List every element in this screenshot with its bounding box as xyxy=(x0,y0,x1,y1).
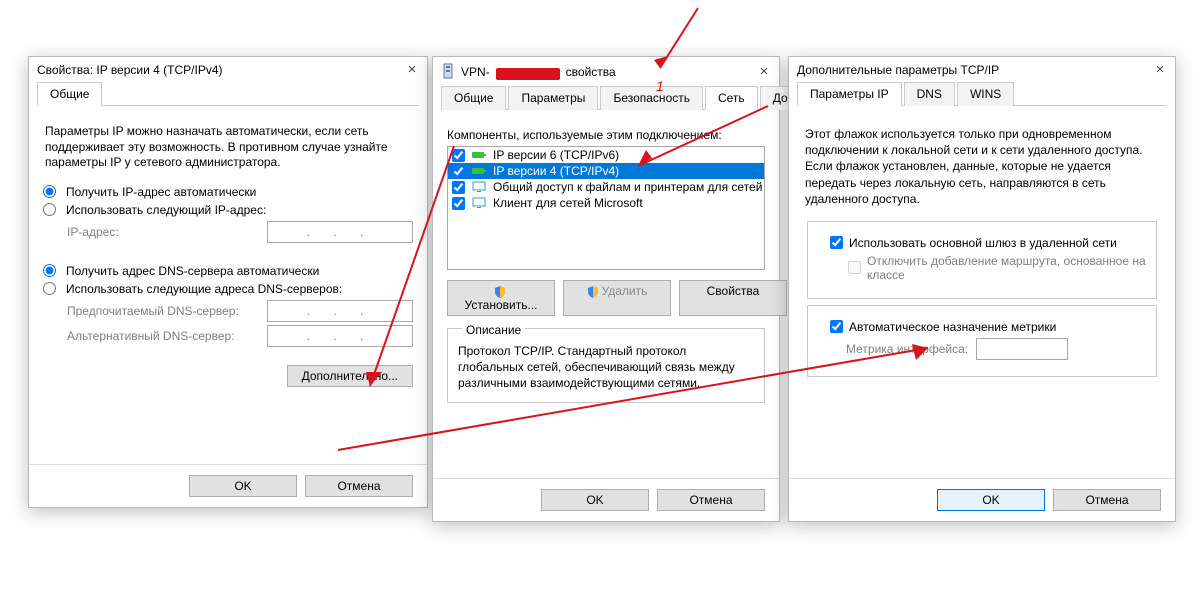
titlebar[interactable]: Свойства: IP версии 4 (TCP/IPv4) × xyxy=(29,57,427,81)
components-listbox[interactable]: IP версии 6 (TCP/IPv6) IP версии 4 (TCP/… xyxy=(447,146,765,270)
ip-address-label: IP-адрес: xyxy=(67,225,259,239)
close-icon[interactable]: × xyxy=(757,65,771,79)
tab-ip-params[interactable]: Параметры IP xyxy=(797,82,902,106)
window-title: Свойства: IP версии 4 (TCP/IPv4) xyxy=(37,63,223,77)
radio-manual-dns[interactable]: Использовать следующие адреса DNS-сервер… xyxy=(43,282,413,296)
field-dns2: Альтернативный DNS-сервер: . . . xyxy=(67,325,413,347)
tab-general[interactable]: Общие xyxy=(441,86,506,110)
radio-manual-dns-label: Использовать следующие адреса DNS-сервер… xyxy=(66,282,342,296)
metric-label: Метрика интерфейса: xyxy=(846,342,968,356)
tab-dns[interactable]: DNS xyxy=(904,82,955,106)
radio-manual-ip-input[interactable] xyxy=(43,203,56,216)
field-ip-address: IP-адрес: . . . xyxy=(67,221,413,243)
metric-auto-checkbox[interactable] xyxy=(830,320,843,333)
radio-auto-ip-label: Получить IP-адрес автоматически xyxy=(66,185,256,199)
modem-icon xyxy=(441,63,455,81)
properties-button[interactable]: Свойства xyxy=(679,280,787,316)
list-item-label: Клиент для сетей Microsoft xyxy=(493,196,643,210)
ok-button[interactable]: OK xyxy=(189,475,297,497)
radio-manual-dns-input[interactable] xyxy=(43,282,56,295)
radio-manual-ip[interactable]: Использовать следующий IP-адрес: xyxy=(43,203,413,217)
ok-button[interactable]: OK xyxy=(937,489,1045,511)
shield-icon xyxy=(494,286,506,298)
list-item-ms-client[interactable]: Клиент для сетей Microsoft xyxy=(448,195,764,211)
tab-params[interactable]: Параметры xyxy=(508,86,598,110)
metric-auto-row[interactable]: Автоматическое назначение метрики xyxy=(830,320,1146,334)
tab-security[interactable]: Безопасность xyxy=(600,86,703,110)
description-body: Протокол TCP/IP. Стандартный протокол гл… xyxy=(458,343,754,392)
list-item-label: Общий доступ к файлам и принтерам для се… xyxy=(493,180,764,194)
intro-text: Этот флажок используется только при одно… xyxy=(805,126,1159,207)
cancel-button[interactable]: Отмена xyxy=(657,489,765,511)
list-item-ms-client-checkbox[interactable] xyxy=(452,197,465,210)
dns1-input[interactable]: . . . xyxy=(267,300,413,322)
ok-button[interactable]: OK xyxy=(541,489,649,511)
window-title-suffix: свойства xyxy=(566,65,616,79)
list-item-label: IP версии 4 (TCP/IPv4) xyxy=(493,164,619,178)
close-icon[interactable]: × xyxy=(405,63,419,77)
advanced-button[interactable]: Дополнительно... xyxy=(287,365,413,387)
gateway-group: Использовать основной шлюз в удаленной с… xyxy=(807,221,1157,299)
list-item-file-sharing-checkbox[interactable] xyxy=(452,181,465,194)
ipv4-properties-window: Свойства: IP версии 4 (TCP/IPv4) × Общие… xyxy=(28,56,428,508)
ip-address-input[interactable]: . . . xyxy=(267,221,413,243)
dns2-input[interactable]: . . . xyxy=(267,325,413,347)
window-title-prefix: VPN- xyxy=(461,65,490,79)
network-adapter-icon xyxy=(471,165,487,177)
list-item-ipv6-checkbox[interactable] xyxy=(452,149,465,162)
install-button[interactable]: Установить... xyxy=(447,280,555,316)
advanced-tcpip-window: Дополнительные параметры TCP/IP × Параме… xyxy=(788,56,1176,522)
tab-wins[interactable]: WINS xyxy=(957,82,1014,106)
window-title: Дополнительные параметры TCP/IP xyxy=(797,63,999,77)
radio-auto-ip[interactable]: Получить IP-адрес автоматически xyxy=(43,185,413,199)
annotation-label-1: 1 xyxy=(656,78,664,94)
gateway-sub-checkbox xyxy=(848,261,861,274)
remove-button-label: Удалить xyxy=(602,284,648,298)
list-item-ipv6[interactable]: IP версии 6 (TCP/IPv6) xyxy=(448,147,764,163)
remove-button: Удалить xyxy=(563,280,671,316)
metric-input[interactable] xyxy=(976,338,1068,360)
radio-auto-dns-label: Получить адрес DNS-сервера автоматически xyxy=(66,264,319,278)
radio-auto-dns-input[interactable] xyxy=(43,264,56,277)
description-groupbox: Описание Протокол TCP/IP. Стандартный пр… xyxy=(447,328,765,403)
tab-network[interactable]: Сеть xyxy=(705,86,758,110)
dns2-label: Альтернативный DNS-сервер: xyxy=(67,329,259,343)
install-button-label: Установить... xyxy=(465,298,538,312)
metric-auto-label: Автоматическое назначение метрики xyxy=(849,320,1056,334)
field-dns1: Предпочитаемый DNS-сервер: . . . xyxy=(67,300,413,322)
gateway-checkbox[interactable] xyxy=(830,236,843,249)
monitor-icon xyxy=(471,181,487,193)
gateway-sub-row: Отключить добавление маршрута, основанно… xyxy=(848,254,1146,282)
metric-group: Автоматическое назначение метрики Метрик… xyxy=(807,305,1157,377)
metric-value-row: Метрика интерфейса: xyxy=(846,338,1146,360)
list-item-label: IP версии 6 (TCP/IPv6) xyxy=(493,148,619,162)
shield-icon xyxy=(587,286,599,298)
gateway-checkbox-label: Использовать основной шлюз в удаленной с… xyxy=(849,236,1117,250)
monitor-icon xyxy=(471,197,487,209)
list-item-file-sharing[interactable]: Общий доступ к файлам и принтерам для се… xyxy=(448,179,764,195)
components-label: Компоненты, используемые этим подключени… xyxy=(447,128,765,142)
list-item-ipv4-checkbox[interactable] xyxy=(452,165,465,178)
gateway-checkbox-row[interactable]: Использовать основной шлюз в удаленной с… xyxy=(830,236,1146,250)
dns1-label: Предпочитаемый DNS-сервер: xyxy=(67,304,259,318)
radio-auto-ip-input[interactable] xyxy=(43,185,56,198)
cancel-button[interactable]: Отмена xyxy=(1053,489,1161,511)
gateway-sub-label: Отключить добавление маршрута, основанно… xyxy=(867,254,1146,282)
close-icon[interactable]: × xyxy=(1153,63,1167,77)
titlebar[interactable]: VPN- свойства × xyxy=(433,57,779,85)
redacted-block xyxy=(496,68,560,80)
description-title: Описание xyxy=(462,323,525,337)
vpn-properties-window: VPN- свойства × Общие Параметры Безопасн… xyxy=(432,56,780,522)
list-item-ipv4[interactable]: IP версии 4 (TCP/IPv4) xyxy=(448,163,764,179)
network-adapter-icon xyxy=(471,149,487,161)
radio-manual-ip-label: Использовать следующий IP-адрес: xyxy=(66,203,266,217)
cancel-button[interactable]: Отмена xyxy=(305,475,413,497)
info-text: Параметры IP можно назначать автоматичес… xyxy=(45,124,411,171)
tab-general[interactable]: Общие xyxy=(37,82,102,106)
titlebar[interactable]: Дополнительные параметры TCP/IP × xyxy=(789,57,1175,81)
radio-auto-dns[interactable]: Получить адрес DNS-сервера автоматически xyxy=(43,264,413,278)
